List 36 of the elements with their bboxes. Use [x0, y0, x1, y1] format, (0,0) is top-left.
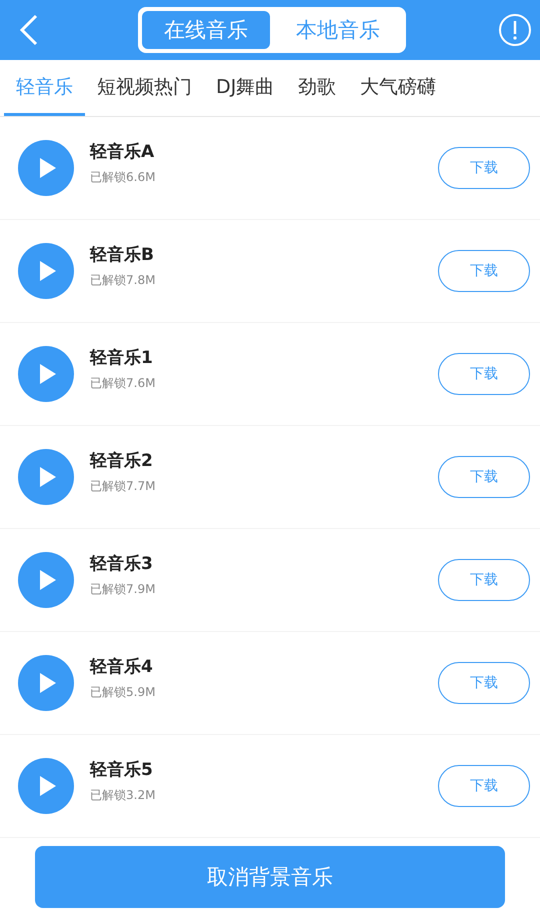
- track-title: 轻音乐3: [90, 553, 154, 575]
- track-title: 轻音乐5: [90, 759, 154, 781]
- track-info: 已解锁7.9M: [90, 581, 156, 598]
- track-title: 轻音乐A: [90, 141, 156, 163]
- play-icon[interactable]: [18, 346, 74, 402]
- cancel-music-button[interactable]: 取消背景音乐: [35, 846, 505, 908]
- track-title: 轻音乐4: [90, 656, 154, 678]
- segment-tab[interactable]: 在线音乐: [142, 11, 270, 49]
- play-icon[interactable]: [18, 140, 74, 196]
- download-button[interactable]: 下载: [438, 147, 530, 189]
- play-icon[interactable]: [18, 758, 74, 814]
- track-title: 轻音乐1: [90, 347, 154, 369]
- download-button[interactable]: 下载: [438, 559, 530, 601]
- category-tab[interactable]: DJ舞曲: [204, 60, 286, 116]
- track-title: 轻音乐2: [90, 450, 154, 472]
- track-info: 已解锁5.9M: [90, 684, 156, 701]
- track-title: 轻音乐B: [90, 244, 155, 266]
- track-info: 已解锁7.6M: [90, 375, 156, 392]
- track-info: 已解锁3.2M: [90, 787, 156, 804]
- play-icon[interactable]: [18, 655, 74, 711]
- download-button[interactable]: 下载: [438, 662, 530, 704]
- category-tab[interactable]: 劲歌: [286, 60, 348, 116]
- download-button[interactable]: 下载: [438, 765, 530, 807]
- category-tab[interactable]: 大气磅礴: [348, 60, 448, 116]
- track-info: 已解锁7.7M: [90, 478, 156, 495]
- exclamation-icon[interactable]: [498, 13, 532, 47]
- track-info: 已解锁7.8M: [90, 272, 156, 289]
- play-icon[interactable]: [18, 449, 74, 505]
- category-tab[interactable]: 短视频热门: [85, 60, 204, 116]
- category-tab[interactable]: 轻音乐: [4, 60, 85, 116]
- play-icon[interactable]: [18, 243, 74, 299]
- play-icon[interactable]: [18, 552, 74, 608]
- download-button[interactable]: 下载: [438, 250, 530, 292]
- download-button[interactable]: 下载: [438, 353, 530, 395]
- download-button[interactable]: 下载: [438, 456, 530, 498]
- track-info: 已解锁6.6M: [90, 169, 156, 186]
